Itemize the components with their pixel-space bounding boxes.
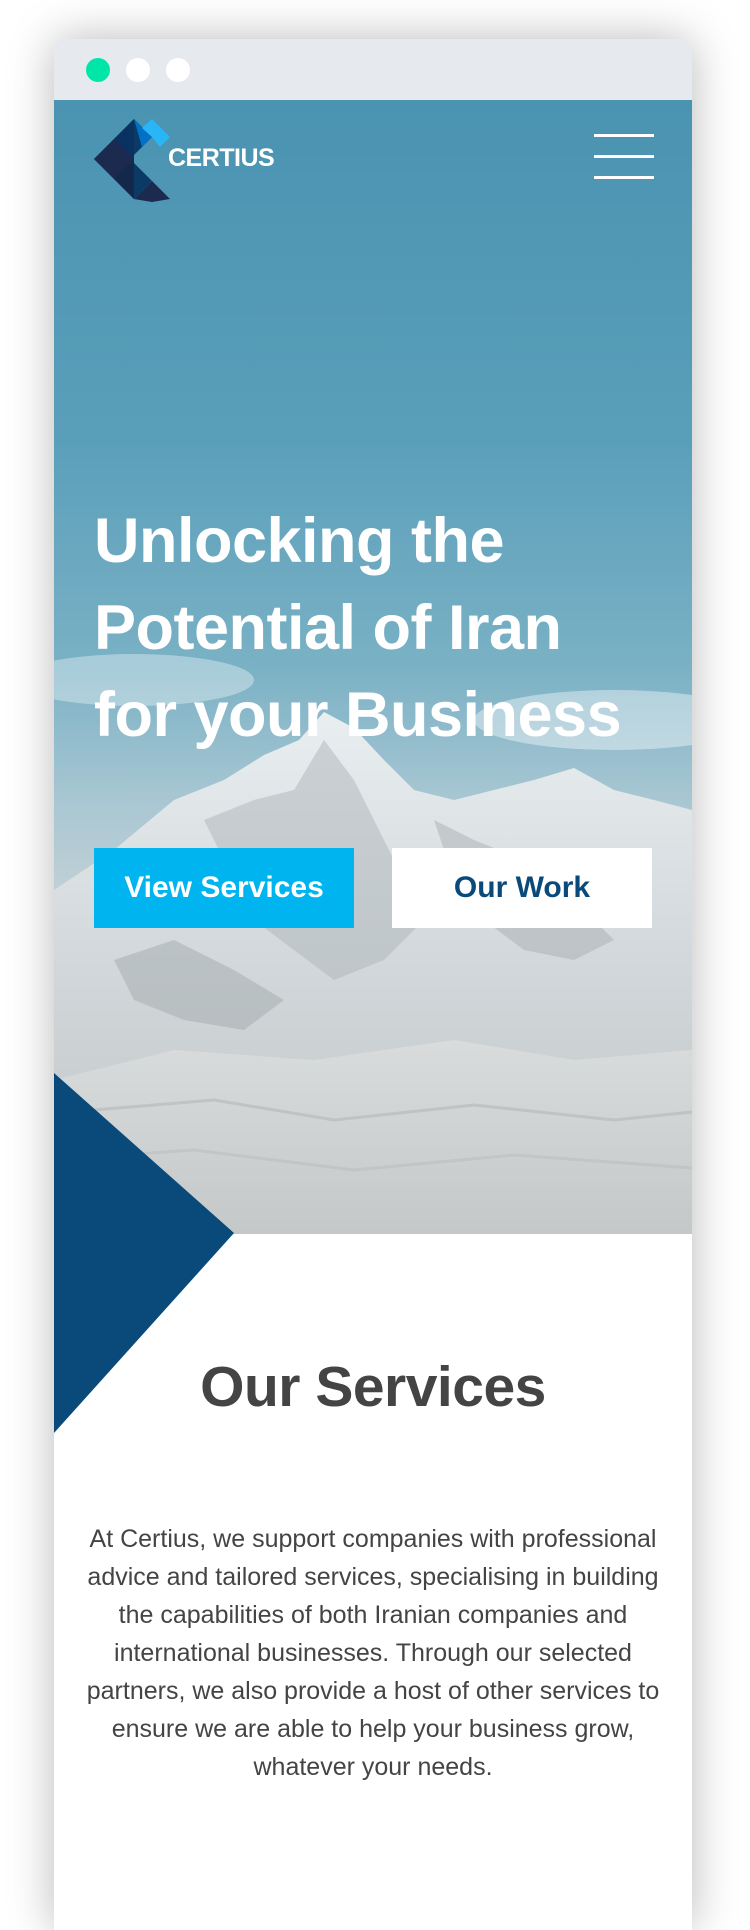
hero-title-line: Unlocking the	[94, 506, 505, 576]
window-dot[interactable]	[126, 58, 150, 82]
logo-text: CERTIUS	[168, 144, 275, 172]
window-dot-active[interactable]	[86, 58, 110, 82]
our-work-button[interactable]: Our Work	[392, 848, 652, 928]
hero-section: CERTIUS Unlocking the Potential of Iran fo…	[54, 100, 692, 1234]
hero-title-line: for your Business	[94, 680, 622, 750]
services-description: At Certius, we support companies with pr…	[86, 1525, 660, 1781]
browser-window: CERTIUS Unlocking the Potential of Iran fo…	[54, 39, 692, 1930]
certius-logo[interactable]: CERTIUS	[94, 116, 275, 204]
accent-triangle-shape	[54, 1073, 234, 1433]
hero-title: Unlocking the Potential of Iran for your B…	[94, 498, 654, 759]
window-titlebar	[54, 39, 692, 100]
certius-logo-mark-icon	[94, 119, 170, 202]
hamburger-menu-icon[interactable]	[594, 134, 654, 182]
view-services-button[interactable]: View Services	[94, 848, 354, 928]
hero-title-line: Potential of Iran	[94, 593, 562, 663]
page-stage: CERTIUS Unlocking the Potential of Iran fo…	[0, 0, 750, 1930]
window-dot[interactable]	[166, 58, 190, 82]
